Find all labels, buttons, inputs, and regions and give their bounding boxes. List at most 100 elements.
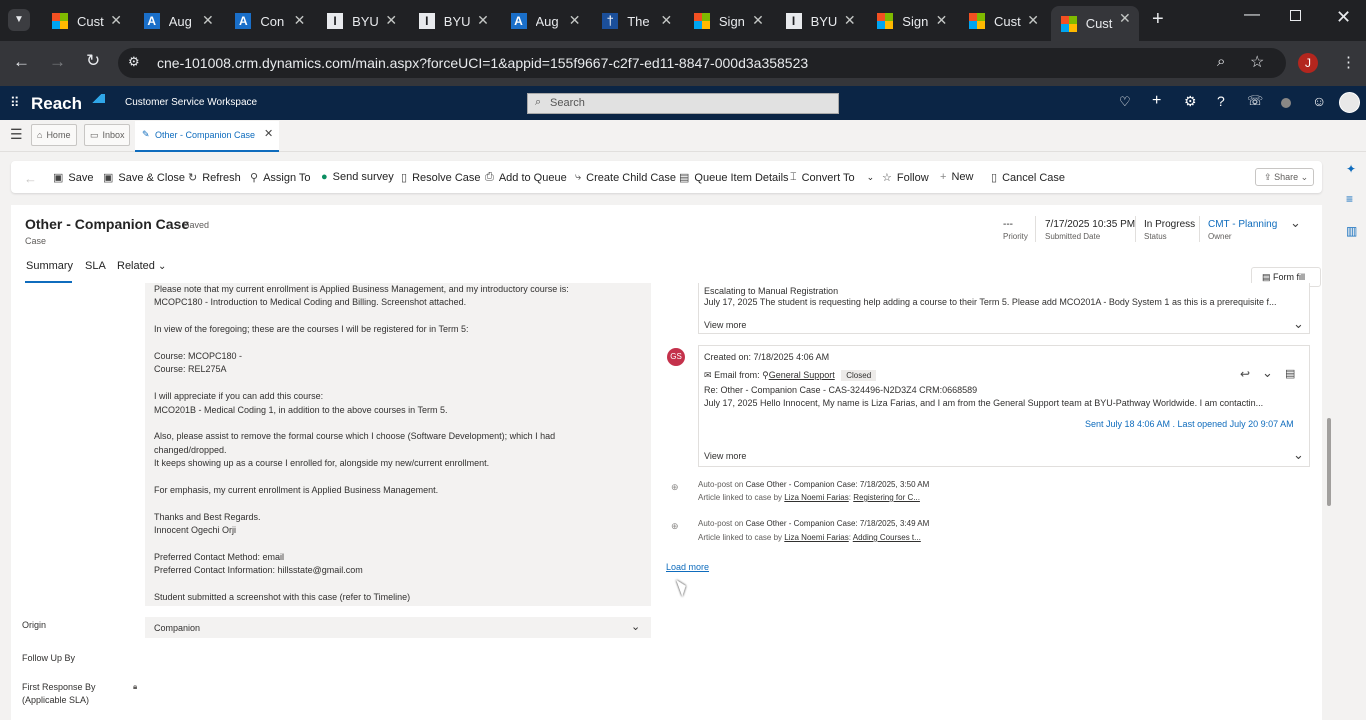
close-tab-icon[interactable]: ✕	[1027, 12, 1039, 29]
description-line: Preferred Contact Information: hillsstat…	[154, 565, 363, 576]
tab-summary[interactable]: Summary	[26, 260, 73, 272]
save-button[interactable]: ▣ Save	[53, 171, 94, 185]
phone-icon[interactable]: ☏	[1247, 93, 1263, 109]
app-launcher-icon[interactable]: ⠿	[10, 95, 19, 111]
close-tab-icon[interactable]: ✕	[294, 12, 306, 29]
load-more-link[interactable]: Load more	[666, 562, 709, 572]
assign-to-button[interactable]: ⚲ Assign To	[250, 171, 311, 185]
browser-tab[interactable]: I BYU ✕	[317, 8, 405, 34]
browser-menu-icon[interactable]: ⋮	[1341, 53, 1356, 71]
from-name-link[interactable]: General Support	[769, 370, 835, 380]
user-link[interactable]: Liza Noemi Farias	[784, 533, 848, 542]
tab-search-button[interactable]: ▼	[8, 9, 30, 31]
description-line: changed/dropped.	[154, 444, 227, 455]
browser-tab[interactable]: I BYU ✕	[409, 8, 497, 34]
site-info-icon[interactable]: ⚙	[128, 54, 140, 70]
save-label: Save	[68, 171, 94, 184]
reload-icon[interactable]: ↻	[86, 51, 100, 71]
owner-link[interactable]: CMT - Planning	[1208, 219, 1277, 230]
browser-tab[interactable]: Cust ✕	[959, 8, 1047, 34]
description-line: Innocent Ogechi Orji	[154, 525, 237, 536]
share-button[interactable]: ⇪ Share ⌄	[1255, 168, 1314, 186]
follow-button[interactable]: ☆ Follow	[882, 171, 929, 185]
settings-gear-icon[interactable]: ⚙	[1184, 93, 1197, 110]
scrollbar-thumb[interactable]	[1327, 418, 1331, 506]
zoom-icon[interactable]: ⌕	[1217, 53, 1225, 70]
chevron-down-icon[interactable]: ⌄	[1262, 365, 1273, 381]
close-tab-icon[interactable]: ✕	[477, 12, 489, 29]
status-badge: Closed	[841, 370, 877, 381]
expand-header-chevron-icon[interactable]: ⌄	[1290, 215, 1301, 231]
view-more-link[interactable]: View more	[704, 451, 746, 461]
priority-value: ---	[1003, 219, 1013, 230]
plus-icon[interactable]: +	[1152, 92, 1161, 110]
browser-tab[interactable]: Cust ✕	[42, 8, 130, 34]
browser-tab[interactable]: I BYU ✕	[776, 8, 864, 34]
lightbulb-icon[interactable]: ♡	[1119, 94, 1131, 110]
session-tab-home[interactable]: ⌂ Home	[31, 124, 77, 146]
article-link[interactable]: Registering for C...	[853, 493, 920, 502]
smiley-feedback-icon[interactable]: ☺	[1312, 93, 1326, 109]
close-window-button[interactable]: ✕	[1336, 7, 1351, 28]
browser-tab[interactable]: Cust ✕	[1050, 6, 1139, 41]
user-avatar[interactable]	[1339, 92, 1360, 113]
convert-to-button[interactable]: ⌶ Convert To ⌄	[790, 171, 874, 184]
browser-tab[interactable]: A Aug ✕	[501, 8, 589, 34]
tab-related[interactable]: Related ⌄	[117, 260, 166, 272]
open-record-icon[interactable]: ▤	[1285, 367, 1295, 380]
profile-avatar[interactable]: J	[1298, 53, 1318, 73]
brand-logo[interactable]: Reach	[31, 94, 82, 114]
browser-tab[interactable]: † The ✕	[592, 8, 680, 34]
help-icon[interactable]: ?	[1217, 93, 1225, 109]
session-tab-inbox[interactable]: ▭ Inbox	[84, 124, 130, 146]
hamburger-menu-icon[interactable]: ☰	[10, 126, 23, 143]
refresh-button[interactable]: ↻ Refresh	[188, 171, 241, 185]
back-icon[interactable]: ←	[13, 52, 30, 72]
close-tab-icon[interactable]: ✕	[1119, 10, 1131, 27]
global-search-input[interactable]: ⌕ Search	[527, 93, 839, 114]
create-child-case-button[interactable]: ⤷ Create Child Case	[575, 171, 676, 184]
reply-icon[interactable]: ↩	[1240, 367, 1250, 381]
book-icon[interactable]: ▥	[1346, 224, 1357, 238]
close-tab-icon[interactable]: ✕	[202, 12, 214, 29]
app-name[interactable]: Customer Service Workspace	[125, 97, 257, 108]
maximize-window-button[interactable]	[1290, 10, 1301, 21]
description-field[interactable]: Please note that my current enrollment i…	[145, 283, 651, 606]
add-to-queue-button[interactable]: ⎙ Add to Queue	[485, 171, 567, 184]
close-session-tab-icon[interactable]: ✕	[264, 127, 273, 140]
new-tab-button[interactable]: +	[1152, 8, 1164, 31]
bookmark-star-icon[interactable]: ☆	[1250, 52, 1264, 72]
queue-item-details-button[interactable]: ▤ Queue Item Details	[679, 171, 789, 185]
back-command-icon[interactable]: ←	[24, 171, 37, 186]
close-tab-icon[interactable]: ✕	[569, 12, 581, 29]
list-icon[interactable]: ≡	[1346, 192, 1353, 206]
tab-sla[interactable]: SLA	[85, 260, 106, 272]
forward-icon[interactable]: →	[49, 52, 66, 72]
origin-select[interactable]: Companion ⌄	[145, 617, 651, 638]
save-close-button[interactable]: ▣ Save & Close	[103, 171, 185, 185]
copilot-icon[interactable]: ✦	[1346, 162, 1356, 176]
close-tab-icon[interactable]: ✕	[110, 12, 122, 29]
close-tab-icon[interactable]: ✕	[844, 12, 856, 29]
close-tab-icon[interactable]: ✕	[660, 12, 672, 29]
resolve-case-button[interactable]: ▯ Resolve Case	[401, 171, 481, 185]
close-tab-icon[interactable]: ✕	[752, 12, 764, 29]
browser-tab[interactable]: A Aug ✕	[134, 8, 222, 34]
minimize-window-button[interactable]: —	[1244, 6, 1260, 24]
view-more-link[interactable]: View more	[704, 320, 746, 330]
url-text[interactable]: cne-101008.crm.dynamics.com/main.aspx?fo…	[157, 55, 808, 71]
presence-status-icon[interactable]	[1281, 98, 1291, 108]
browser-tab[interactable]: A Con ✕	[225, 8, 313, 34]
cancel-case-button[interactable]: ▯ Cancel Case	[991, 171, 1065, 185]
chevron-down-icon[interactable]: ⌄	[1293, 316, 1304, 332]
send-survey-button[interactable]: ● Send survey	[321, 171, 394, 183]
browser-tab[interactable]: Sign ✕	[684, 8, 772, 34]
browser-tab[interactable]: Sign ✕	[867, 8, 955, 34]
close-tab-icon[interactable]: ✕	[385, 12, 397, 29]
new-button[interactable]: + New	[940, 171, 973, 183]
chevron-down-icon[interactable]: ⌄	[1293, 447, 1304, 463]
close-tab-icon[interactable]: ✕	[936, 12, 948, 29]
user-link[interactable]: Liza Noemi Farias	[784, 493, 848, 502]
article-link[interactable]: Adding Courses t...	[853, 533, 921, 542]
session-tab-case[interactable]: ✎ Other - Companion Case ✕	[135, 121, 279, 152]
